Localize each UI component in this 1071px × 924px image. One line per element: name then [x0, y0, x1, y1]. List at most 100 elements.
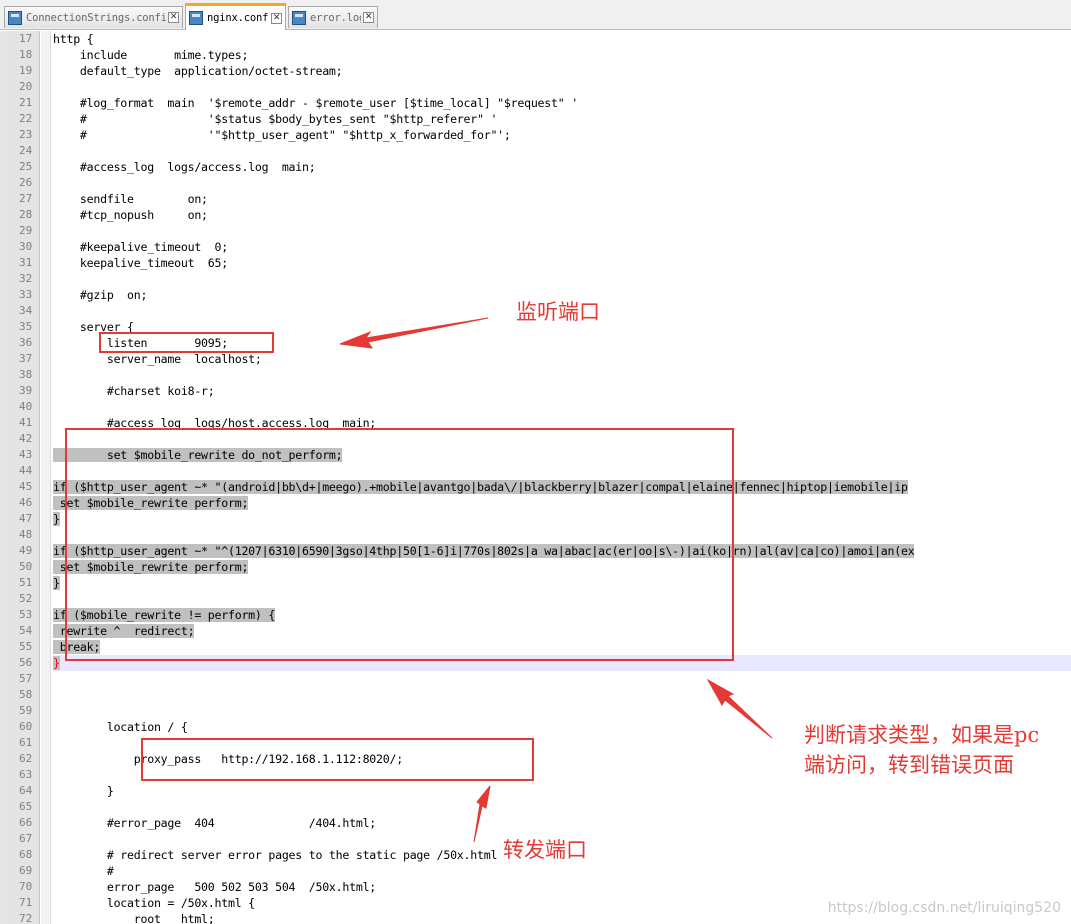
- tab-nginx-conf[interactable]: nginx.conf ✕: [185, 3, 286, 30]
- code-text: include mime.types;: [53, 48, 249, 62]
- annotation-listen-port: 监听端口: [516, 300, 600, 324]
- code-text: }: [53, 656, 60, 670]
- line-number: 29: [19, 224, 33, 237]
- code-text: #access_log logs/access.log main;: [53, 160, 316, 174]
- code-line[interactable]: #log_format main '$remote_addr - $remote…: [53, 95, 578, 111]
- annotation-forward-port: 转发端口: [503, 838, 587, 862]
- code-line[interactable]: #charset koi8-r;: [53, 383, 215, 399]
- code-line[interactable]: # redirect server error pages to the sta…: [53, 847, 498, 863]
- line-number: 42: [19, 432, 33, 445]
- fold-margin[interactable]: [41, 31, 51, 924]
- code-line[interactable]: #keepalive_timeout 0;: [53, 239, 228, 255]
- code-line[interactable]: http {: [53, 31, 94, 47]
- close-icon[interactable]: ✕: [271, 12, 282, 24]
- line-number: 36: [19, 336, 33, 349]
- code-text: # '$status $body_bytes_sent "$http_refer…: [53, 112, 498, 126]
- code-line[interactable]: #gzip on;: [53, 287, 148, 303]
- code-line[interactable]: }: [53, 575, 60, 591]
- line-number: 44: [19, 464, 33, 477]
- line-number: 30: [19, 240, 33, 253]
- line-number: 18: [19, 48, 33, 61]
- line-number: 45: [19, 480, 33, 493]
- line-number: 39: [19, 384, 33, 397]
- code-line[interactable]: server_name localhost;: [53, 351, 262, 367]
- proxy-pass-highlight-box: [141, 738, 534, 781]
- code-text: root html;: [53, 912, 215, 924]
- code-line[interactable]: location / {: [53, 719, 188, 735]
- line-number: 19: [19, 64, 33, 77]
- code-line[interactable]: error_page 500 502 503 504 /50x.html;: [53, 879, 376, 895]
- line-number: 34: [19, 304, 33, 317]
- code-text: }: [53, 576, 60, 590]
- line-number: 64: [19, 784, 33, 797]
- tab-label: error.log: [310, 11, 361, 24]
- line-number: 22: [19, 112, 33, 125]
- code-line[interactable]: location = /50x.html {: [53, 895, 255, 911]
- code-text: http {: [53, 32, 94, 46]
- tab-connectionstrings[interactable]: ConnectionStrings.config ✕: [4, 6, 183, 28]
- code-line[interactable]: }: [53, 783, 114, 799]
- line-number: 71: [19, 896, 33, 909]
- line-number: 23: [19, 128, 33, 141]
- tab-error-log[interactable]: error.log ✕: [288, 6, 378, 28]
- line-number: 70: [19, 880, 33, 893]
- annotation-judge-line-1: 判断请求类型，如果是pc: [804, 723, 1040, 747]
- line-number: 59: [19, 704, 33, 717]
- code-text: # redirect server error pages to the sta…: [53, 848, 498, 862]
- watermark: https://blog.csdn.net/liruiqing520: [827, 900, 1061, 916]
- code-text: }: [53, 512, 60, 526]
- code-text: error_page 500 502 503 504 /50x.html;: [53, 880, 377, 894]
- code-line[interactable]: include mime.types;: [53, 47, 249, 63]
- code-line[interactable]: #error_page 404 /404.html;: [53, 815, 376, 831]
- line-number: 33: [19, 288, 33, 301]
- code-text: #error_page 404 /404.html;: [53, 816, 377, 830]
- line-number: 37: [19, 352, 33, 365]
- line-number: 28: [19, 208, 33, 221]
- line-number: 62: [19, 752, 33, 765]
- line-number: 72: [19, 912, 33, 924]
- line-number: 35: [19, 320, 33, 333]
- line-number: 60: [19, 720, 33, 733]
- line-number: 53: [19, 608, 33, 621]
- line-number: 69: [19, 864, 33, 877]
- line-number: 57: [19, 672, 33, 685]
- code-line[interactable]: #access_log logs/access.log main;: [53, 159, 316, 175]
- line-number: 55: [19, 640, 33, 653]
- line-number: 24: [19, 144, 33, 157]
- code-text: # '"$http_user_agent" "$http_x_forwarded…: [53, 128, 511, 142]
- tab-bar: ConnectionStrings.config ✕ nginx.conf ✕ …: [0, 0, 1071, 30]
- line-number: 47: [19, 512, 33, 525]
- line-number: 31: [19, 256, 33, 269]
- code-line[interactable]: }: [53, 511, 60, 527]
- line-number: 26: [19, 176, 33, 189]
- line-number: 52: [19, 592, 33, 605]
- line-number: 50: [19, 560, 33, 573]
- code-line[interactable]: keepalive_timeout 65;: [53, 255, 228, 271]
- line-number: 46: [19, 496, 33, 509]
- code-line[interactable]: # '$status $body_bytes_sent "$http_refer…: [53, 111, 498, 127]
- code-line[interactable]: }: [53, 655, 60, 671]
- line-number: 27: [19, 192, 33, 205]
- line-number: 32: [19, 272, 33, 285]
- annotation-judge-line-2: 端访问，转到错误页面: [804, 753, 1014, 777]
- code-line[interactable]: sendfile on;: [53, 191, 208, 207]
- close-icon[interactable]: ✕: [363, 12, 374, 23]
- code-line[interactable]: #: [53, 863, 114, 879]
- code-line[interactable]: root html;: [53, 911, 215, 924]
- code-line[interactable]: default_type application/octet-stream;: [53, 63, 343, 79]
- line-number: 48: [19, 528, 33, 541]
- line-number: 61: [19, 736, 33, 749]
- code-text: location = /50x.html {: [53, 896, 255, 910]
- line-number: 66: [19, 816, 33, 829]
- code-line[interactable]: # '"$http_user_agent" "$http_x_forwarded…: [53, 127, 511, 143]
- code-text: default_type application/octet-stream;: [53, 64, 343, 78]
- code-text: sendfile on;: [53, 192, 208, 206]
- line-number: 43: [19, 448, 33, 461]
- code-text: #: [53, 864, 114, 878]
- code-text: #keepalive_timeout 0;: [53, 240, 228, 254]
- line-number: 40: [19, 400, 33, 413]
- code-text: location / {: [53, 720, 188, 734]
- line-number: 51: [19, 576, 33, 589]
- close-icon[interactable]: ✕: [168, 12, 179, 23]
- code-line[interactable]: #tcp_nopush on;: [53, 207, 208, 223]
